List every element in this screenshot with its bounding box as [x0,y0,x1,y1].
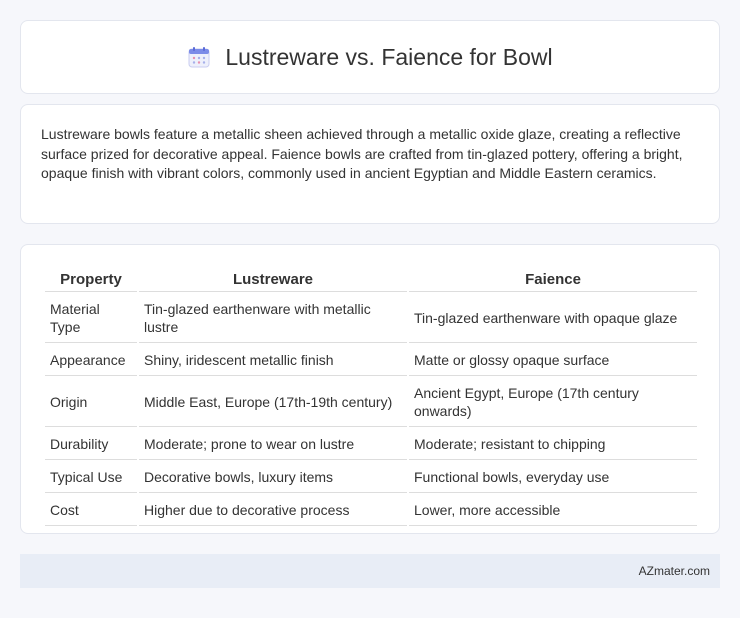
cell-lustreware: Tin-glazed earthenware with metallic lus… [139,294,407,343]
cell-faience: Lower, more accessible [409,495,697,526]
cell-property: Typical Use [45,462,137,493]
cell-lustreware: Moderate; prone to wear on lustre [139,429,407,460]
page-title: Lustreware vs. Faience for Bowl [225,43,553,70]
table-row: Durability Moderate; prone to wear on lu… [45,429,697,460]
table-row: Origin Middle East, Europe (17th-19th ce… [45,378,697,427]
cell-lustreware: Decorative bowls, luxury items [139,462,407,493]
table-row: Cost Higher due to decorative process Lo… [45,495,697,526]
header-faience: Faience [409,267,697,292]
cell-faience: Matte or glossy opaque surface [409,345,697,376]
intro-text: Lustreware bowls feature a metallic shee… [41,126,683,181]
cell-lustreware: Higher due to decorative process [139,495,407,526]
cell-lustreware: Shiny, iridescent metallic finish [139,345,407,376]
header-lustreware: Lustreware [139,267,407,292]
cell-property: Cost [45,495,137,526]
cell-property: Origin [45,378,137,427]
title-card: Lustreware vs. Faience for Bowl [20,20,720,94]
comparison-table: Property Lustreware Faience Material Typ… [43,265,699,528]
cell-faience: Tin-glazed earthenware with opaque glaze [409,294,697,343]
table-row: Material Type Tin-glazed earthenware wit… [45,294,697,343]
footer: AZmater.com [20,554,720,588]
header-property: Property [45,267,137,292]
cell-property: Material Type [45,294,137,343]
table-header-row: Property Lustreware Faience [45,267,697,292]
cell-lustreware: Middle East, Europe (17th-19th century) [139,378,407,427]
footer-brand[interactable]: AZmater.com [639,564,710,578]
intro-card: Lustreware bowls feature a metallic shee… [20,104,720,224]
calendar-icon [187,45,211,69]
table-row: Appearance Shiny, iridescent metallic fi… [45,345,697,376]
table-row: Typical Use Decorative bowls, luxury ite… [45,462,697,493]
cell-faience: Moderate; resistant to chipping [409,429,697,460]
comparison-card: Property Lustreware Faience Material Typ… [20,244,720,534]
cell-faience: Functional bowls, everyday use [409,462,697,493]
cell-property: Durability [45,429,137,460]
cell-faience: Ancient Egypt, Europe (17th century onwa… [409,378,697,427]
cell-property: Appearance [45,345,137,376]
